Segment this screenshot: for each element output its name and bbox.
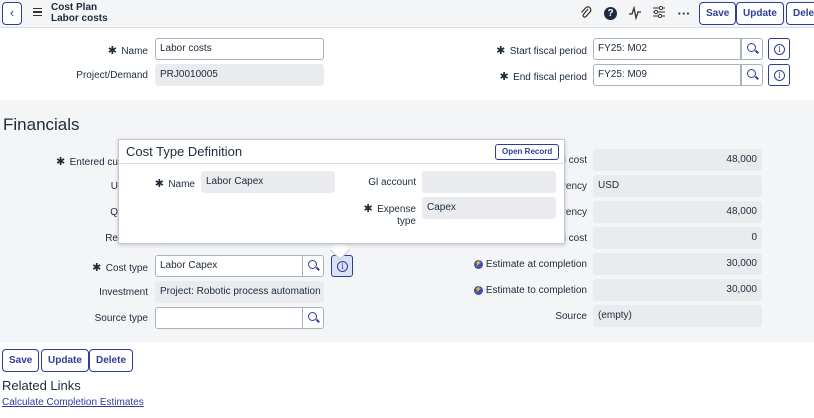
start-period-field[interactable]: FY25: M02 <box>593 38 741 60</box>
popup-name-label: ✱ Name <box>154 178 195 190</box>
search-icon <box>308 260 317 269</box>
footer-update-button[interactable]: Update <box>41 349 89 372</box>
info-icon: i <box>337 261 348 272</box>
cost-type-info-button[interactable]: i <box>331 255 353 277</box>
popup-gl-account-label: Gl account <box>368 177 416 188</box>
search-icon <box>308 312 317 321</box>
end-period-lookup-button[interactable] <box>741 64 763 86</box>
section-title: Financials <box>3 115 80 134</box>
record-type: Cost Plan <box>51 2 98 13</box>
start-period-lookup-button[interactable] <box>741 38 763 60</box>
start-period-info-button[interactable]: i <box>768 38 790 60</box>
popup-expense-type-label: ✱ Expense type <box>363 203 416 227</box>
investment-label: Investment <box>99 287 148 298</box>
estimate-at-completion-field: 30,000 <box>593 253 762 275</box>
calculate-completion-estimates-link[interactable]: Calculate Completion Estimates <box>2 397 144 408</box>
source-type-field[interactable] <box>155 307 303 329</box>
end-period-info-button[interactable]: i <box>768 64 790 86</box>
unit-label: U <box>110 181 118 192</box>
open-record-button[interactable]: Open Record <box>495 144 560 160</box>
planned-cost-field: 48,000 <box>593 149 762 171</box>
source-type-lookup-button[interactable] <box>302 307 324 329</box>
cost-type-definition-popup: Cost Type Definition Open Record ✱ Name L… <box>118 139 565 244</box>
estimate-icon: ⚡ <box>473 285 483 295</box>
required-marker: ✱ <box>107 45 117 57</box>
popup-expense-type-field: Capex <box>422 197 556 219</box>
search-icon <box>747 69 756 78</box>
end-period-field[interactable]: FY25: M09 <box>593 64 741 86</box>
name-field[interactable]: Labor costs <box>155 38 324 60</box>
end-period-label: ✱ End fiscal period <box>499 71 587 83</box>
save-button[interactable]: Save <box>699 2 737 25</box>
start-period-label: ✱ Start fiscal period <box>496 45 587 57</box>
entered-currency-label: ✱ Entered cu <box>56 156 118 168</box>
record-name: Labor costs <box>51 13 108 24</box>
back-button[interactable]: ‹ <box>2 2 22 25</box>
form-header: ‹ Cost Plan Labor costs ? ··· Save Updat… <box>0 0 814 28</box>
info-icon: i <box>774 44 785 55</box>
name-label: ✱ Name <box>107 45 148 57</box>
actual-cost-field: 0 <box>593 227 762 249</box>
chevron-left-icon: ‹ <box>9 5 15 20</box>
more-icon[interactable]: ··· <box>676 6 692 22</box>
paperclip-icon[interactable] <box>578 6 594 22</box>
footer-save-button[interactable]: Save <box>2 349 40 372</box>
source-type-label: Source type <box>94 313 148 324</box>
search-icon <box>747 43 756 52</box>
popup-gl-account-field <box>422 171 556 193</box>
cost-type-field[interactable]: Labor Capex <box>155 255 303 277</box>
popup-title: Cost Type Definition <box>126 144 243 159</box>
popup-header: Cost Type Definition Open Record <box>119 140 564 164</box>
activity-icon[interactable] <box>627 5 643 22</box>
cost-type-lookup-button[interactable] <box>302 255 324 277</box>
sliders-icon[interactable] <box>651 5 667 22</box>
question-icon[interactable]: ? <box>604 7 617 20</box>
popup-name-field: Labor Capex <box>201 171 335 193</box>
quantity-label: Q <box>110 207 118 218</box>
project-field: PRJ0010005 <box>155 64 324 86</box>
delete-button[interactable]: Delete <box>786 2 814 25</box>
info-icon: i <box>774 70 785 81</box>
hamburger-icon[interactable] <box>33 8 42 16</box>
cost-type-label: ✱ Cost type <box>92 262 148 274</box>
source-label: Source <box>555 311 587 322</box>
footer-delete-button[interactable]: Delete <box>89 349 134 372</box>
functional-currency-field: 48,000 <box>593 201 762 223</box>
update-button[interactable]: Update <box>736 2 784 25</box>
estimate-to-completion-field: 30,000 <box>593 279 762 301</box>
currency-field: USD <box>593 175 762 197</box>
estimate-icon: ⚡ <box>473 259 483 269</box>
estimate-to-completion-label: ⚡ Estimate to completion <box>473 285 587 296</box>
related-links-title: Related Links <box>2 378 81 393</box>
project-label: Project/Demand <box>76 70 148 81</box>
source-field: (empty) <box>593 305 762 327</box>
estimate-at-completion-label: ⚡ Estimate at completion <box>473 259 587 270</box>
rate-label: Re <box>105 233 118 244</box>
investment-field: Project: Robotic process automation (I <box>155 281 324 303</box>
